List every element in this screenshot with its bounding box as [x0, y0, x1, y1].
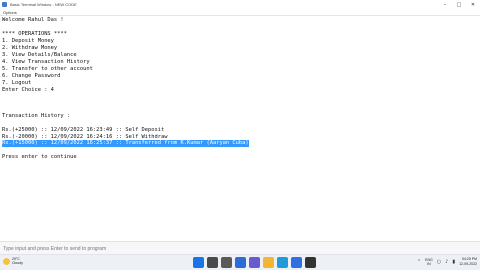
- console-line: 5. Transfer to other account: [2, 66, 93, 72]
- weather-widget[interactable]: 29°C Cloudy: [3, 257, 23, 265]
- chevron-up-icon[interactable]: ⌃: [417, 259, 421, 265]
- console-line: 4. View Transaction History: [2, 59, 90, 65]
- window-title: Basic Terminal Window - NEW CODE: [10, 2, 77, 7]
- console-line: 1. Deposit Money: [2, 38, 54, 44]
- clock[interactable]: 04:25 PM 12-09-2022: [459, 257, 477, 266]
- weather-cloudy-icon: [3, 257, 10, 265]
- app-icon: [2, 2, 7, 7]
- console-line: 2. Withdraw Money: [2, 45, 58, 51]
- terminal-icon[interactable]: [305, 257, 316, 268]
- weather-description: Cloudy: [12, 261, 23, 265]
- close-button[interactable]: ✕: [466, 0, 480, 9]
- menu-options[interactable]: Options: [3, 10, 17, 15]
- clock-date: 12-09-2022: [459, 261, 477, 266]
- console-line: Enter Choice : 4: [2, 87, 54, 93]
- search-icon[interactable]: [207, 257, 218, 268]
- system-tray: ⌃ ENG IN ○ ♪ ▮ 04:25 PM 12-09-2022: [417, 257, 477, 266]
- language-indicator[interactable]: ENG IN: [425, 258, 433, 266]
- widgets-icon[interactable]: [235, 257, 246, 268]
- console-output: Welcome Rahul Das ! **** OPERATIONS ****…: [0, 16, 480, 241]
- volume-icon[interactable]: ♪: [445, 259, 448, 265]
- pinned-apps: [193, 257, 316, 268]
- menu-bar: Options: [0, 9, 480, 16]
- store-icon[interactable]: [291, 257, 302, 268]
- console-line: Press enter to continue: [2, 154, 77, 160]
- console-line: 6. Change Password: [2, 73, 61, 79]
- wifi-icon[interactable]: ○: [437, 259, 441, 265]
- console-line: **** OPERATIONS ****: [2, 31, 67, 37]
- console-line: Transaction History :: [2, 113, 71, 119]
- chat-icon[interactable]: [249, 257, 260, 268]
- program-input[interactable]: [3, 245, 303, 253]
- file-explorer-icon[interactable]: [263, 257, 274, 268]
- minimize-button[interactable]: –: [438, 0, 452, 9]
- windows-start-icon[interactable]: [193, 257, 204, 268]
- console-line: 3. View Details/Balance: [2, 52, 77, 58]
- task-view-icon[interactable]: [221, 257, 232, 268]
- console-line: 7. Logout: [2, 80, 32, 86]
- console-line: Rs.(+25000) :: 12/09/2022 16:23:49 :: Se…: [2, 127, 165, 133]
- taskbar: 29°C Cloudy ⌃ ENG IN ○ ♪ ▮ 04:25 PM 12-0…: [0, 254, 480, 270]
- maximize-button[interactable]: □: [452, 0, 466, 9]
- window-controls: – □ ✕: [438, 0, 480, 9]
- console-line: Welcome Rahul Das !: [2, 17, 64, 23]
- battery-icon[interactable]: ▮: [452, 259, 455, 265]
- clock-time: 04:25 PM: [462, 257, 477, 261]
- input-bar: [0, 241, 480, 254]
- console-line-selected[interactable]: Rs.(+15000) :: 12/09/2022 16:25:37 :: Tr…: [2, 140, 249, 147]
- title-bar: Basic Terminal Window - NEW CODE – □ ✕: [0, 0, 480, 9]
- edge-icon[interactable]: [277, 257, 288, 268]
